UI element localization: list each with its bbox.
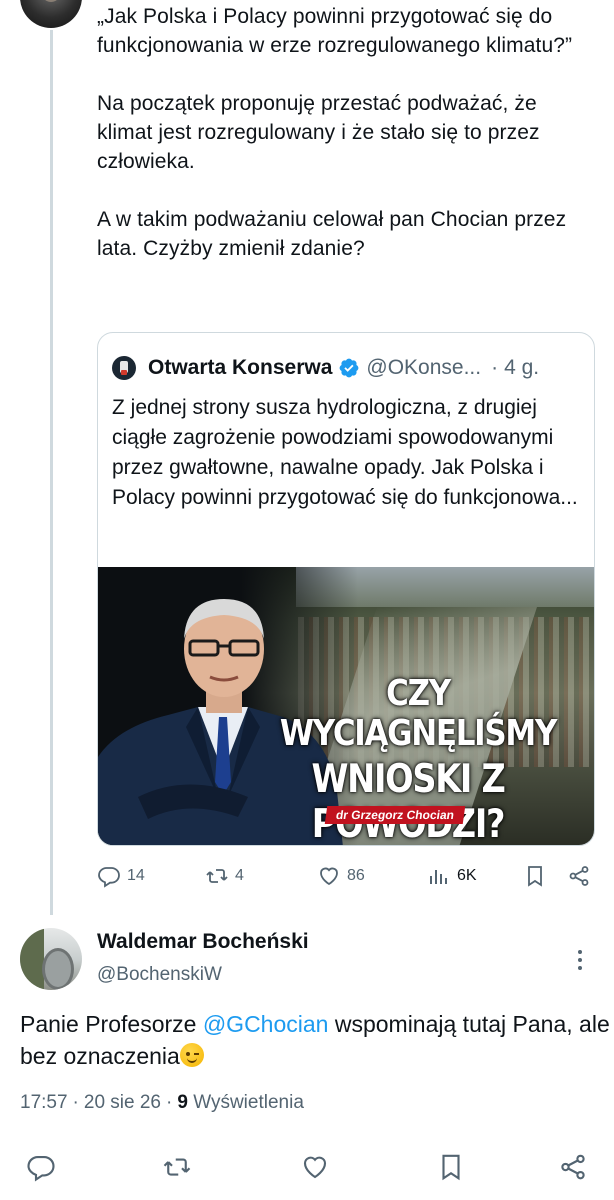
reply-icon: [98, 867, 120, 888]
image-title-line-2: WYCIĄGNĘLIŚMY: [279, 713, 557, 754]
header-separator: ·: [491, 356, 499, 379]
tweet-action-bar: 14 4 86 6K: [97, 862, 597, 892]
share-icon: [569, 866, 589, 886]
reply-bookmark-button[interactable]: [436, 1152, 466, 1187]
views-button[interactable]: 6K: [427, 864, 477, 888]
image-title-line-3: WNIOSKI Z POWODZI?: [311, 757, 505, 846]
winking-face-emoji-icon: [179, 1043, 204, 1067]
reply-reply-button[interactable]: [26, 1152, 56, 1187]
tweet-paragraph-2: Na początek proponuję przestać podważać,…: [97, 92, 540, 173]
repost-icon: [206, 869, 228, 883]
reply-text: Panie Profesorze @GChocian wspominają tu…: [20, 1008, 610, 1072]
reply-author-avatar[interactable]: [20, 928, 82, 990]
image-author-banner: dr Grzegorz Chocian: [324, 806, 466, 824]
tweet-text: „Jak Polska i Polacy powinni przygotować…: [97, 2, 597, 263]
reply-button[interactable]: 14: [97, 864, 145, 888]
like-count: 86: [347, 867, 365, 884]
quoted-tweet-time[interactable]: 4 g.: [504, 356, 539, 380]
tweet-paragraph-3: A w takim podważaniu celował pan Chocian…: [97, 208, 567, 260]
heart-icon: [303, 1156, 327, 1179]
quoted-tweet-header: Otwarta Konserwa @OKonse... · 4 g.: [112, 355, 539, 381]
repost-count: 4: [235, 867, 244, 884]
reply-count: 14: [127, 867, 145, 884]
meta-separator: ·: [72, 1092, 79, 1113]
reply-repost-button[interactable]: [162, 1152, 192, 1187]
image-title-line-1: CZY: [386, 673, 451, 714]
heart-icon: [320, 867, 338, 886]
author-avatar[interactable]: [20, 0, 82, 28]
quoted-account-avatar[interactable]: [112, 356, 136, 380]
quoted-tweet-card[interactable]: Otwarta Konserwa @OKonse... · 4 g. Z jed…: [97, 332, 595, 846]
repost-icon: [163, 1158, 191, 1176]
bookmark-button[interactable]: [523, 864, 547, 888]
views-icon: [430, 870, 447, 884]
avatar-dish: [42, 948, 74, 990]
tweet-paragraph-1: „Jak Polska i Polacy powinni przygotować…: [97, 5, 573, 57]
reply-date[interactable]: 20 sie 26: [84, 1092, 161, 1113]
reply-share-button[interactable]: [558, 1152, 588, 1187]
reply-views-count: 9: [177, 1092, 188, 1113]
reply-metadata: 17:57 · 20 sie 26 · 9 Wyświetlenia: [20, 1092, 304, 1114]
reply-views-label: Wyświetlenia: [193, 1092, 304, 1113]
avatar-tree: [20, 928, 44, 990]
quoted-tweet-image[interactable]: CZY WYCIĄGNĘLIŚMY WNIOSKI Z POWODZI? dr …: [98, 567, 594, 846]
meta-separator: ·: [166, 1092, 173, 1113]
repost-button[interactable]: 4: [205, 864, 244, 888]
mention-link[interactable]: @GChocian: [203, 1011, 329, 1037]
share-button[interactable]: [567, 864, 591, 888]
share-icon: [561, 1154, 585, 1180]
verified-badge-icon: [339, 358, 359, 378]
reply-author-name[interactable]: Waldemar Bocheński: [97, 930, 309, 954]
reply-icon: [27, 1155, 55, 1182]
quoted-account-handle[interactable]: @OKonse...: [366, 356, 481, 380]
reply-time[interactable]: 17:57: [20, 1092, 68, 1113]
thread-line: [50, 30, 53, 915]
more-options-icon[interactable]: [576, 950, 584, 972]
bookmark-icon: [442, 1154, 460, 1181]
reply-author-handle[interactable]: @BochenskiW: [97, 964, 222, 986]
reply-like-button[interactable]: [300, 1152, 330, 1187]
reply-action-bar: [0, 1148, 614, 1188]
like-button[interactable]: 86: [317, 864, 365, 888]
views-count: 6K: [457, 867, 477, 884]
bookmark-icon: [528, 866, 542, 887]
reply-text-start: Panie Profesorze: [20, 1011, 203, 1037]
quoted-tweet-text: Z jednej strony susza hydrologiczna, z d…: [112, 396, 578, 509]
quoted-account-name[interactable]: Otwarta Konserwa: [148, 356, 332, 380]
